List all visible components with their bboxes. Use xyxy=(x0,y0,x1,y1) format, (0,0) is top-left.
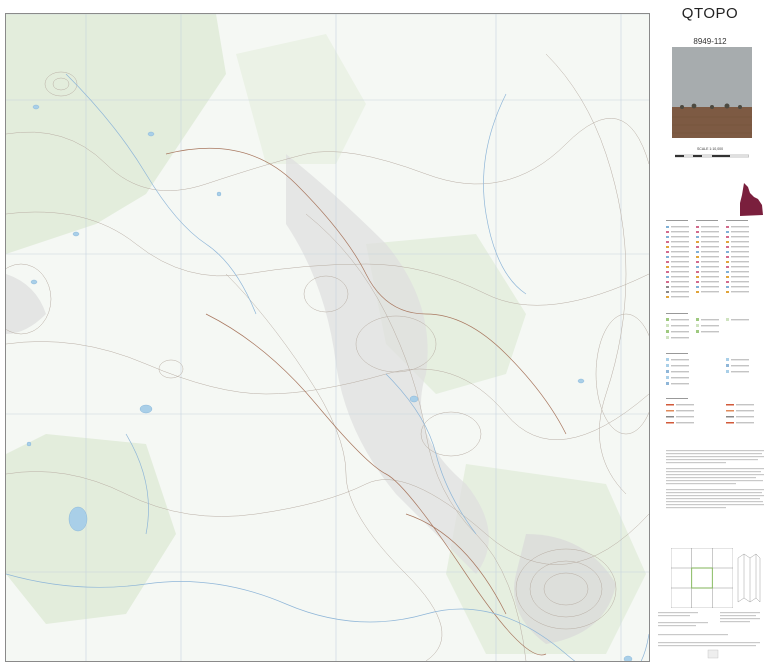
topographic-map[interactable] xyxy=(5,13,650,662)
map-sheet: QTOPO 8949-112 SCALE 1:10,000 xyxy=(0,0,768,671)
map-canvas xyxy=(6,14,649,661)
vegetation-area xyxy=(6,14,226,254)
legend-symbols xyxy=(666,220,754,424)
sheet-number: 8949-112 xyxy=(693,37,727,46)
scale-text: SCALE 1:10,000 xyxy=(696,147,724,151)
landscape-photo-icon xyxy=(672,47,752,138)
cover-photo xyxy=(672,47,752,138)
hillshade xyxy=(6,274,46,334)
map-title: QTOPO xyxy=(681,5,739,22)
scale-bar xyxy=(675,154,749,158)
vegetation-area xyxy=(236,34,366,164)
disclaimer-text-block xyxy=(666,450,764,509)
folding-diagram-icon xyxy=(737,553,761,603)
footer-notes xyxy=(658,612,760,659)
adjoining-sheets-diagram xyxy=(670,547,734,609)
queensland-outline-icon xyxy=(740,183,763,216)
vegetation-area xyxy=(6,434,176,624)
legend-panel: QTOPO 8949-112 SCALE 1:10,000 xyxy=(652,0,768,671)
adjoining-sheets-grid xyxy=(670,547,734,609)
